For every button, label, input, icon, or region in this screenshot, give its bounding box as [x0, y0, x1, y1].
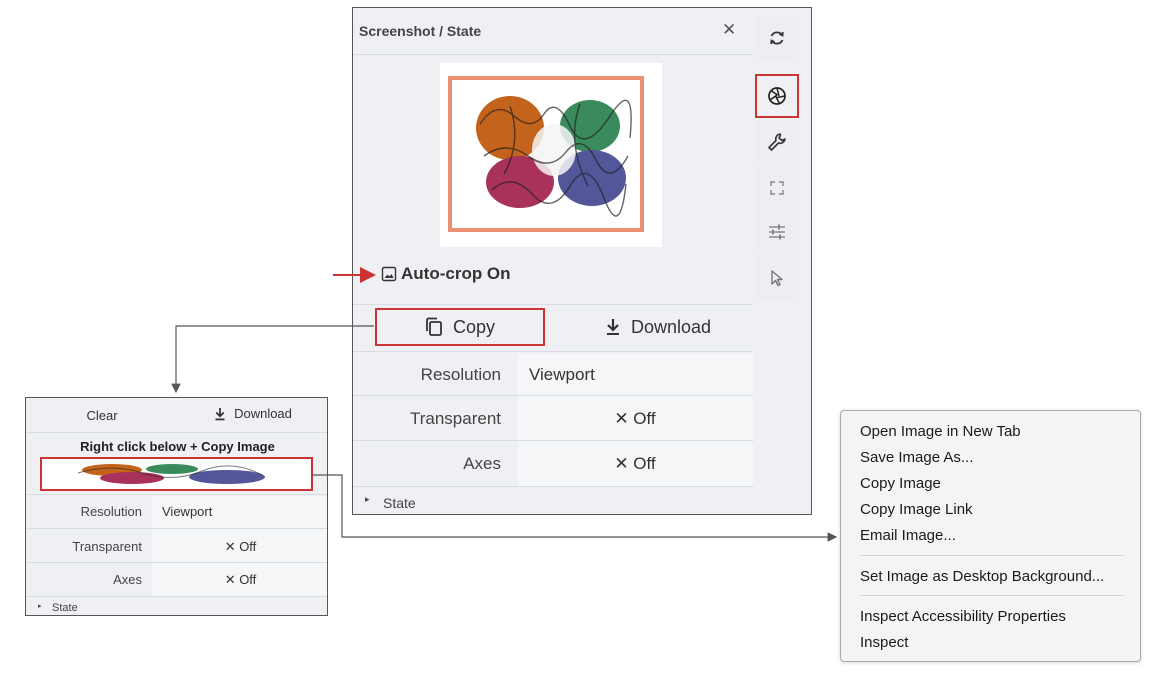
divider: [26, 528, 327, 529]
controls-button[interactable]: [755, 210, 799, 254]
caret-right-icon: ▸: [365, 494, 370, 504]
divider: [353, 486, 753, 487]
menu-inspect-accessibility[interactable]: Inspect Accessibility Properties: [860, 608, 1066, 625]
resolution-label: Resolution: [420, 365, 501, 384]
axes-label: Axes: [463, 454, 501, 473]
screenshot-panel: Screenshot / State ✕ Auto-crop On Copy D…: [352, 7, 812, 515]
small-resolution-value[interactable]: Viewport: [162, 504, 212, 519]
settings-button[interactable]: [755, 120, 799, 164]
small-download-button[interactable]: Download: [178, 406, 327, 421]
wrench-icon: [768, 133, 786, 151]
refresh-button[interactable]: [755, 16, 799, 60]
autocrop-toggle[interactable]: Auto-crop On: [381, 264, 511, 284]
protein-structure-image: [476, 96, 632, 217]
small-state-label: State: [52, 602, 78, 614]
sliders-icon: [769, 224, 785, 240]
download-icon: [215, 407, 225, 420]
state-expander[interactable]: ▸ State: [353, 492, 753, 514]
divider: [26, 562, 327, 563]
copy-button[interactable]: Copy: [375, 308, 545, 346]
menu-save-image-as[interactable]: Save Image As...: [860, 449, 973, 466]
menu-copy-image[interactable]: Copy Image: [860, 475, 941, 492]
panel-header: Screenshot / State ✕: [353, 8, 753, 55]
small-resolution-label: Resolution: [80, 504, 142, 519]
copy-icon: [426, 317, 442, 336]
download-button[interactable]: Download: [563, 308, 753, 346]
divider: [353, 440, 753, 441]
autocrop-label: Auto-crop On: [401, 264, 511, 283]
small-state-expander[interactable]: ▸ State: [26, 601, 327, 615]
download-icon: [606, 319, 619, 335]
image-icon: [381, 266, 397, 282]
download-label: Download: [630, 316, 712, 337]
cursor-icon: [771, 270, 783, 287]
small-axes-label: Axes: [113, 572, 142, 587]
toolbar: [755, 16, 799, 300]
menu-inspect[interactable]: Inspect: [860, 634, 908, 651]
expand-button[interactable]: [755, 166, 799, 210]
small-transparent-toggle[interactable]: ✕ Off: [152, 539, 327, 555]
copy-connector-arrow: [171, 325, 374, 394]
camera-aperture-icon: [768, 87, 786, 105]
copy-label: Copy: [452, 316, 496, 337]
divider: [353, 304, 753, 305]
menu-copy-image-link[interactable]: Copy Image Link: [860, 501, 973, 518]
expand-icon: [770, 181, 784, 195]
divider: [26, 432, 327, 433]
close-icon[interactable]: ✕: [722, 20, 736, 40]
axes-toggle[interactable]: ✕ Off: [517, 454, 753, 474]
menu-set-desktop-background[interactable]: Set Image as Desktop Background...: [860, 568, 1104, 585]
menu-divider: [860, 555, 1124, 556]
clear-button[interactable]: Clear: [26, 408, 178, 423]
small-axes-toggle[interactable]: ✕ Off: [152, 572, 327, 588]
select-button[interactable]: [755, 256, 799, 300]
resolution-value[interactable]: Viewport: [529, 365, 595, 385]
divider: [26, 494, 327, 495]
small-transparent-label: Transparent: [72, 539, 142, 554]
state-label: State: [383, 495, 416, 511]
transparent-label: Transparent: [409, 409, 501, 428]
screenshot-thumbnail[interactable]: [40, 457, 313, 491]
caret-right-icon: ▸: [38, 603, 42, 610]
transparent-toggle[interactable]: ✕ Off: [517, 409, 753, 429]
small-screenshot-panel: Clear Download Right click below + Copy …: [25, 397, 328, 616]
divider: [353, 351, 753, 352]
divider: [26, 596, 327, 597]
screenshot-button[interactable]: [755, 74, 799, 118]
menu-open-image-new-tab[interactable]: Open Image in New Tab: [860, 423, 1021, 440]
menu-divider: [860, 595, 1124, 596]
refresh-icon: [770, 31, 784, 45]
menu-email-image[interactable]: Email Image...: [860, 527, 956, 544]
divider: [353, 395, 753, 396]
context-menu: Open Image in New Tab Save Image As... C…: [840, 410, 1141, 662]
protein-thumbnail-image: [77, 464, 265, 484]
panel-title: Screenshot / State: [359, 23, 482, 39]
small-download-label: Download: [234, 406, 292, 421]
copy-instruction: Right click below + Copy Image: [80, 439, 275, 454]
